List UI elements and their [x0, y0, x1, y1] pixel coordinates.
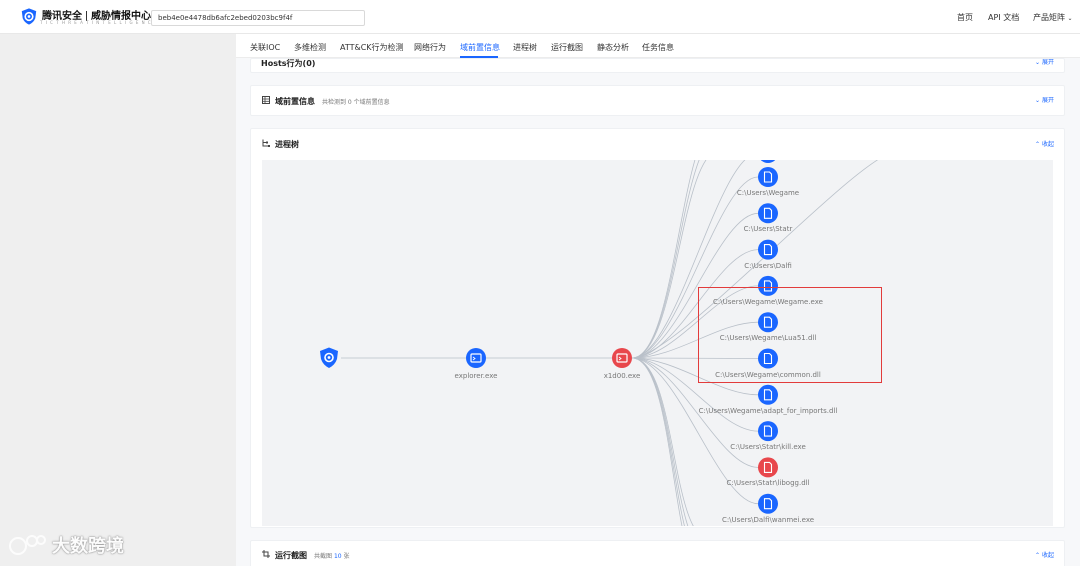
process-tree-graph[interactable]: ·	[262, 160, 1053, 526]
tab-static-analysis[interactable]: 静态分析	[597, 42, 629, 53]
screenshots-subtitle: 共截图 10 张	[314, 551, 350, 560]
hosts-card	[250, 58, 1065, 73]
tab-network-behavior[interactable]: 网络行为	[414, 42, 446, 53]
child-node-circle	[758, 239, 778, 260]
child-file-node[interactable]	[758, 203, 778, 224]
child-node-circle	[758, 203, 778, 224]
tab-multi-detection[interactable]: 多维检测	[294, 42, 326, 53]
shield-logo-icon	[21, 8, 37, 25]
tree-icon	[262, 139, 270, 147]
tab-screenshots[interactable]: 运行截图	[551, 42, 583, 53]
screenshots-subtitle-suffix: 张	[343, 553, 350, 560]
hosts-toggle-label: 展开	[1041, 59, 1054, 66]
top-header: 腾讯安全 威胁情报中心 T I C T H R E A T I N T E L L…	[0, 0, 1080, 34]
child-node-circle	[758, 493, 778, 514]
chevron-down-icon: ⌄	[1035, 59, 1041, 66]
nav-products-label: 产品矩阵	[1033, 13, 1065, 22]
chevron-up-icon: ⌃	[1035, 141, 1041, 148]
explorer-label: explorer.exe	[454, 372, 498, 380]
child-node-label: C:\Users\Dalfi\wanmei.exe	[721, 515, 815, 524]
child-file-node[interactable]	[758, 493, 778, 514]
tab-attck-detection[interactable]: ATT&CK行为检测	[340, 42, 404, 53]
explorer-node[interactable]	[466, 348, 486, 368]
domain-fronting-expand-toggle[interactable]: ⌄ 展开	[1035, 95, 1054, 104]
chevron-up-icon: ⌃	[1035, 552, 1041, 559]
domain-fronting-subtitle: 共检测到 0 个域前置信息	[322, 99, 390, 106]
child-node-circle	[758, 457, 778, 478]
child-node-label: C:\Users\Dalfi	[744, 261, 792, 270]
watermark-logo-icon	[9, 535, 46, 555]
tree-edge	[631, 357, 685, 526]
screenshots-subtitle-prefix: 共截图	[314, 553, 333, 560]
child-file-node[interactable]	[758, 457, 778, 478]
child-node-circle	[758, 421, 778, 442]
chevron-down-icon: ⌄	[1035, 97, 1041, 104]
clipped-child-node	[760, 160, 776, 163]
child-node-label: C:\Users\Wegame	[736, 189, 800, 197]
process-tree-toggle-label: 收起	[1041, 141, 1054, 148]
tab-domain-fronting[interactable]: 域前置信息	[460, 42, 500, 53]
brand-divider	[86, 10, 87, 21]
child-node-circle	[758, 167, 778, 187]
malicious-process-node[interactable]	[612, 348, 632, 368]
child-file-node[interactable]	[758, 239, 778, 260]
child-file-node[interactable]	[758, 384, 778, 405]
crop-icon	[262, 550, 270, 558]
tree-edge	[631, 357, 694, 526]
table-icon	[262, 96, 270, 104]
tab-task-info[interactable]: 任务信息	[642, 42, 674, 53]
tab-related-ioc[interactable]: 关联IOC	[250, 42, 280, 53]
screenshots-count: 10	[333, 553, 342, 560]
chevron-down-icon: ⌄	[1067, 15, 1073, 22]
hosts-expand-toggle[interactable]: ⌄ 展开	[1035, 57, 1054, 66]
child-node-circle	[758, 384, 778, 405]
watermark-text: 大数跨境	[52, 536, 124, 557]
domain-fronting-title: 域前置信息	[275, 97, 315, 106]
child-file-node[interactable]	[758, 167, 778, 187]
child-node-label: C:\Users\Statr	[743, 225, 793, 234]
process-tree-title: 进程树	[275, 140, 299, 149]
nav-api-docs-link[interactable]: API 文档	[988, 12, 1019, 23]
watermark: 大数跨境	[8, 532, 124, 558]
child-file-node[interactable]	[758, 421, 778, 442]
search-input[interactable]	[151, 10, 365, 26]
tab-process-tree[interactable]: 进程树	[513, 42, 537, 53]
left-panel	[0, 34, 236, 566]
root-shield-node[interactable]	[318, 347, 340, 369]
highlight-annotation-box	[698, 287, 882, 383]
hosts-title: Hosts行为(0)	[261, 59, 316, 68]
nav-products-link[interactable]: 产品矩阵 ⌄	[1033, 12, 1073, 23]
child-node-label: C:\Users\Wegame\adapt_for_imports.dll	[698, 406, 838, 415]
domain-fronting-toggle-label: 展开	[1041, 97, 1054, 104]
process-label: x1d00.exe	[603, 372, 641, 380]
process-tree-collapse-toggle[interactable]: ⌃ 收起	[1035, 139, 1054, 148]
screenshots-toggle-label: 收起	[1041, 552, 1054, 559]
brand-tagline: T I C T H R E A T I N T E L L I G E N C …	[40, 20, 158, 25]
tree-edge	[631, 357, 683, 526]
child-node-label: C:\Users\Statr\kill.exe	[730, 443, 806, 452]
screenshots-title: 运行截图	[275, 551, 307, 560]
screenshots-card	[250, 540, 1065, 566]
child-node-label: C:\Users\Statr\libogg.dll	[726, 479, 810, 488]
tree-edge	[631, 357, 689, 526]
nav-home-link[interactable]: 首页	[957, 12, 973, 23]
screenshots-collapse-toggle[interactable]: ⌃ 收起	[1035, 550, 1054, 559]
